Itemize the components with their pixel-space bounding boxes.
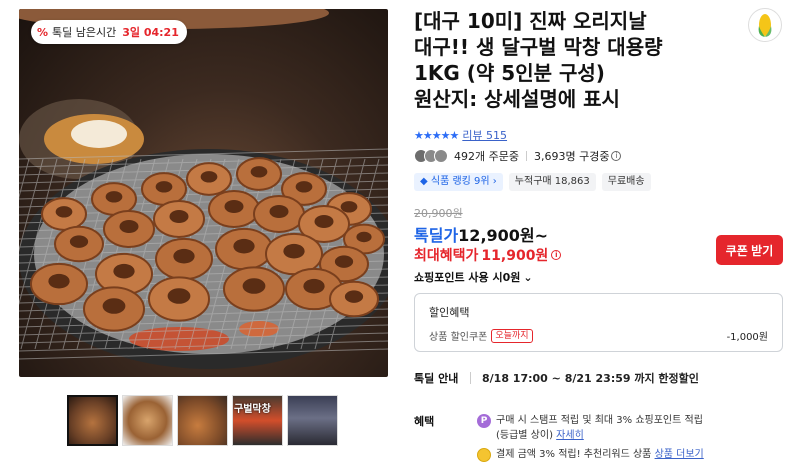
grilled-ring-hole (224, 200, 244, 213)
today-only-badge: 오늘까지 (491, 328, 533, 343)
grill-illustration (19, 9, 388, 369)
deal-timer-badge: % 톡딜 남은시간 3일 04:21 (31, 20, 187, 44)
viewers-count: 3,693명 구경중 (533, 150, 610, 163)
buyer-avatars (414, 149, 448, 163)
deal-info-label: 톡딜 안내 (414, 372, 459, 385)
grilled-ring-hole (283, 243, 305, 259)
info-icon[interactable]: i (611, 151, 622, 161)
grilled-ring-hole (169, 210, 189, 223)
orders-count: 492개 주문중 (454, 150, 519, 163)
benefits-label: 혜택 (414, 415, 435, 428)
grilled-ring-hole (295, 181, 313, 193)
product-chips: ◆ 식품 랭킹 9위 › 누적구매 18,863 무료배송 (414, 173, 651, 191)
deal-period: 8/18 17:00 ~ 8/21 23:59 까지 한정할인 (482, 372, 699, 385)
cumulative-purchase-chip: 누적구매 18,863 (508, 173, 596, 191)
coupon-line: 상품 할인쿠폰 오늘까지 (429, 328, 533, 343)
rating-row: ★★★★★ 리뷰 515 (414, 127, 507, 143)
more-products-link[interactable]: 상품 더보기 (655, 449, 704, 460)
product-title: [대구 10미] 진짜 오리지날 대구!! 생 달구벌 막창 대용량 1KG (… (414, 8, 734, 112)
thumbnail-strip: 구벌막창 (67, 395, 338, 446)
original-price: 20,900원 (414, 207, 463, 220)
percent-tag-icon: % (37, 25, 49, 39)
max-benefit-value: 11,900원 (481, 248, 549, 264)
details-link[interactable]: 자세히 (556, 430, 584, 441)
product-title-line-3: 1KG (약 5인분 구성) (414, 61, 605, 85)
info-icon[interactable]: i (551, 250, 562, 260)
thumbnail-2[interactable] (122, 395, 173, 446)
thumbnail-3[interactable] (177, 395, 228, 446)
grilled-ring-hole (102, 298, 126, 314)
thumbnail-4-text: 구벌막창 (234, 404, 271, 415)
thumbnail-1[interactable] (67, 395, 118, 446)
grilled-ring-hole (250, 166, 268, 178)
product-title-line-2: 대구!! 생 달구벌 막창 대용량 (414, 35, 663, 59)
main-product-image[interactable]: % 톡딜 남은시간 3일 04:21 (19, 9, 388, 377)
discount-benefit-box: 할인혜택 상품 할인쿠폰 오늘까지 -1,000원 (414, 293, 783, 352)
coupon-name: 상품 할인쿠폰 (429, 332, 488, 343)
shopping-points-label: 쇼핑포인트 사용 시0원 (414, 271, 521, 284)
grilled-ring-hole (173, 248, 195, 264)
max-benefit-price: 최대혜택가 11,900원 i (414, 245, 562, 265)
discount-heading: 할인혜택 (429, 306, 470, 319)
grilled-ring-hole (233, 238, 255, 254)
chevron-down-icon: ⌄ (523, 270, 533, 284)
star-rating-icon: ★★★★★ (414, 128, 459, 142)
shopping-points-dropdown[interactable]: 쇼핑포인트 사용 시0원 ⌄ (414, 269, 533, 285)
benefit-points-text: 구매 시 스탬프 적립 및 최대 3% 쇼핑포인트 적립 (496, 415, 703, 426)
coin-icon (477, 448, 491, 462)
point-p-icon: P (477, 414, 491, 428)
grilled-ring-hole (55, 206, 73, 218)
grilled-ring-hole (155, 181, 173, 193)
grilled-ring-hole (242, 278, 266, 294)
benefit-reward-text: 결제 금액 3% 적립! 추천리워드 상품 (496, 449, 652, 460)
thumbnail-4[interactable]: 구벌막창 (232, 395, 283, 446)
deal-price-value: 12,900원~ (458, 226, 549, 245)
thumbnail-5[interactable] (287, 395, 338, 446)
free-shipping-chip: 무료배송 (601, 173, 651, 191)
product-title-line-4: 원산지: 상세설명에 표시 (414, 87, 620, 111)
deal-price-label: 톡딜가 (414, 226, 459, 245)
grilled-ring-hole (344, 290, 364, 303)
grilled-ring-hole (314, 215, 334, 228)
timer-label: 톡딜 남은시간 (52, 26, 117, 39)
divider (525, 151, 527, 161)
coupon-amount: -1,000원 (726, 332, 768, 343)
get-coupon-button[interactable]: 쿠폰 받기 (716, 235, 783, 265)
review-link[interactable]: 리뷰 515 (462, 127, 507, 143)
grilled-ring-hole (334, 255, 354, 268)
corn-mascot-icon[interactable] (748, 8, 782, 42)
grilled-ring-hole (356, 231, 372, 243)
grilled-ring-hole (200, 171, 218, 183)
grilled-ring-hole (269, 205, 289, 218)
divider (470, 372, 471, 384)
benefit-line-points: P 구매 시 스탬프 적립 및 최대 3% 쇼핑포인트 적립 (등급별 상이) … (477, 413, 703, 443)
grilled-ring-hole (340, 201, 358, 213)
grilled-ring-hole (167, 288, 191, 304)
grilled-ring-hole (303, 278, 325, 294)
benefit-line-reward: 결제 금액 3% 적립! 추천리워드 상품 상품 더보기 (477, 447, 704, 462)
ranking-chip[interactable]: ◆ 식품 랭킹 9위 › (414, 173, 503, 191)
stats-row: 492개 주문중 3,693명 구경중 i (414, 148, 622, 164)
grilled-ring-hole (105, 191, 123, 203)
grilled-ring-hole (69, 235, 89, 248)
benefit-points-note: (등급별 상이) (496, 430, 553, 441)
grilled-ring-hole (113, 263, 135, 279)
grilled-ring-hole (119, 220, 139, 233)
deal-info-row: 톡딜 안내 8/18 17:00 ~ 8/21 23:59 까지 한정할인 (414, 370, 699, 386)
ranking-chip-label: 식품 랭킹 9위 (430, 176, 490, 187)
grilled-ring-hole (48, 273, 70, 289)
product-title-line-1: [대구 10미] 진짜 오리지날 (414, 9, 647, 33)
deal-price: 톡딜가12,900원~ (414, 222, 548, 246)
max-benefit-label: 최대혜택가 (414, 248, 479, 264)
timer-remaining: 3일 04:21 (122, 26, 179, 39)
